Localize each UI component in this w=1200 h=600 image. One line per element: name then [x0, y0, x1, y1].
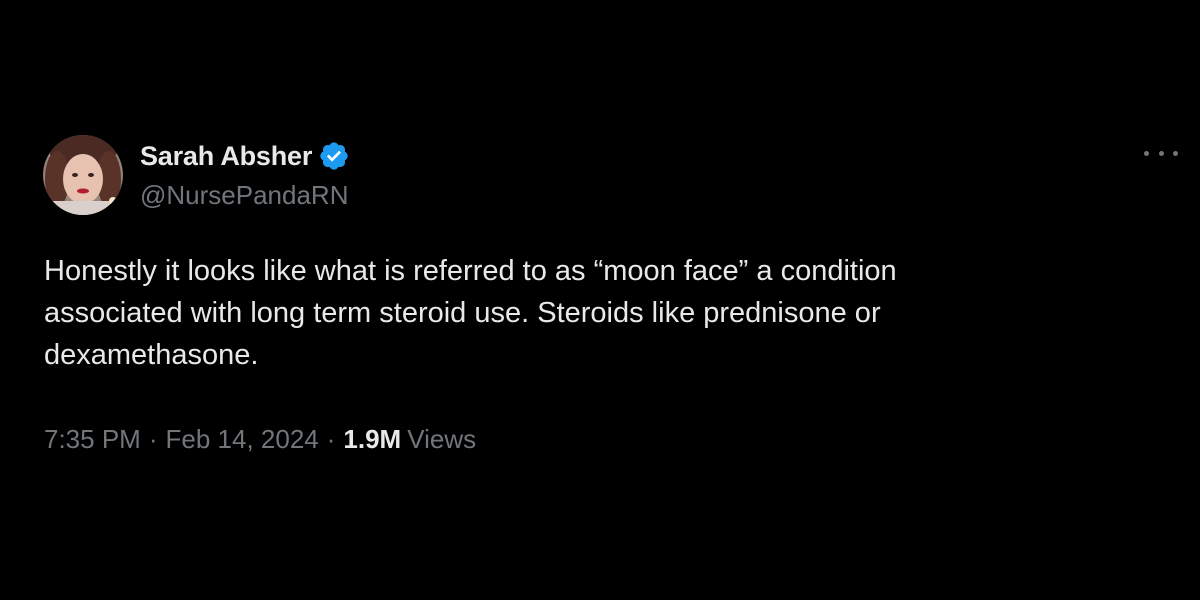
author-display-name[interactable]: Sarah Absher [140, 141, 312, 172]
author-name-row: Sarah Absher [140, 139, 350, 173]
views-label: Views [407, 424, 477, 454]
verified-badge-icon[interactable] [318, 140, 350, 172]
author-handle[interactable]: @NursePandaRN [140, 180, 348, 211]
more-options-icon[interactable] [1144, 140, 1178, 166]
meta-separator: · [326, 424, 336, 454]
tweet-text: Honestly it looks like what is referred … [44, 255, 897, 371]
more-dot [1173, 150, 1178, 156]
more-dot [1144, 150, 1149, 156]
meta-separator: · [148, 424, 158, 454]
tweet-card: Sarah Absher @NursePandaRN Honestly it l… [0, 0, 1200, 600]
views-count: 1.9M [343, 424, 402, 454]
tweet-time[interactable]: 7:35 PM [44, 424, 141, 455]
avatar-image [43, 135, 123, 215]
tweet-date[interactable]: Feb 14, 2024 [166, 424, 319, 455]
avatar[interactable] [43, 135, 123, 215]
tweet-meta: 7:35 PM · Feb 14, 2024 · 1.9M Views [44, 424, 476, 455]
more-dot [1158, 150, 1164, 156]
